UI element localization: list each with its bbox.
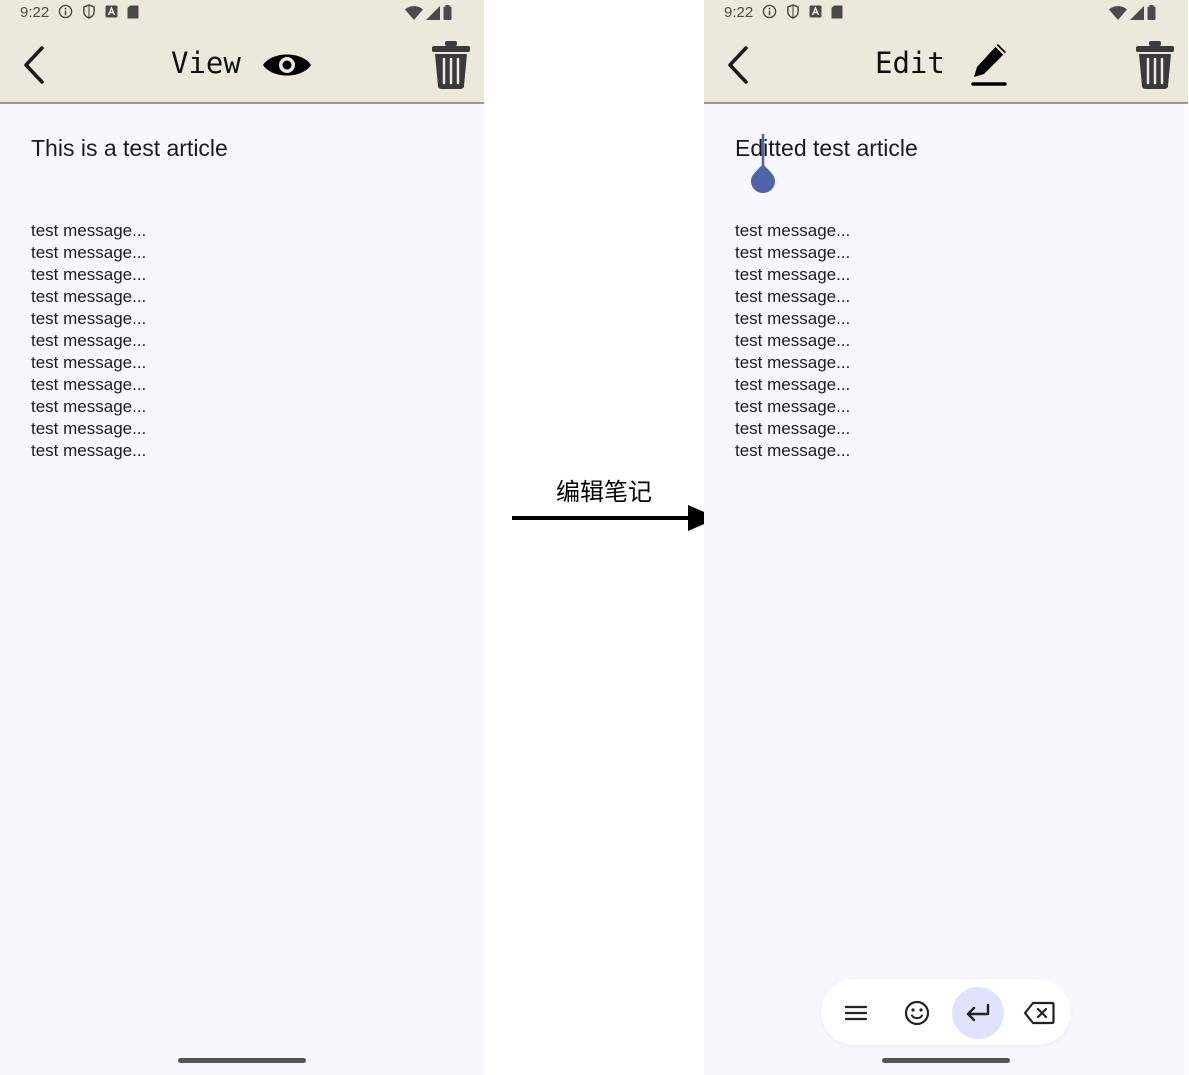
note-body-line: test message... [735, 397, 851, 416]
sd-card-icon [831, 5, 843, 18]
note-body[interactable]: test message... test message... test mes… [31, 220, 146, 462]
info-icon [762, 4, 777, 19]
note-body-line: test message... [31, 419, 147, 438]
font-icon [105, 5, 118, 18]
home-indicator[interactable] [178, 1058, 306, 1063]
backspace-icon [1023, 1001, 1055, 1025]
app-bar: Edit [704, 26, 1188, 104]
shield-icon [83, 4, 95, 19]
home-indicator[interactable] [882, 1058, 1010, 1063]
note-body-line: test message... [31, 221, 147, 240]
keyboard-menu-button[interactable] [830, 987, 882, 1039]
menu-icon [844, 1005, 868, 1021]
note-body-line: test message... [735, 375, 851, 394]
signal-icon [1130, 5, 1144, 20]
status-bar: 9:22 [0, 0, 484, 26]
status-notification-icons [58, 4, 139, 19]
page-title: Edit [875, 46, 945, 80]
chevron-left-icon[interactable] [18, 44, 52, 86]
signal-icon [426, 5, 440, 20]
keyboard-toolbar [821, 979, 1071, 1045]
trash-icon[interactable] [430, 40, 472, 90]
note-body-input[interactable]: test message... test message... test mes… [735, 220, 850, 462]
wifi-icon [405, 5, 423, 20]
trash-icon[interactable] [1134, 40, 1176, 90]
note-body-line: test message... [735, 287, 851, 306]
note-body-line: test message... [31, 265, 147, 284]
status-time: 9:22 [724, 4, 754, 21]
wifi-icon [1109, 5, 1127, 20]
note-body-line: test message... [735, 243, 851, 262]
note-body-line: test message... [31, 375, 147, 394]
note-body-line: test message... [735, 331, 851, 350]
note-body-line: test message... [31, 397, 147, 416]
eye-icon [263, 54, 311, 76]
shield-icon [787, 4, 799, 19]
transition-annotation: 编辑笔记 [484, 0, 718, 1075]
note-body-line: test message... [735, 441, 851, 460]
page-title: View [171, 46, 241, 80]
status-system-icons [1109, 5, 1156, 20]
keyboard-backspace-button[interactable] [1013, 987, 1065, 1039]
note-title[interactable]: This is a test article [31, 135, 228, 162]
note-body-line: test message... [735, 265, 851, 284]
note-body-line: test message... [31, 287, 147, 306]
chevron-left-icon[interactable] [722, 44, 756, 86]
note-body-line: test message... [31, 441, 147, 460]
edit-screen: 9:22 Edit Editted test article test mess… [704, 0, 1188, 1075]
note-body-line: test message... [735, 221, 851, 240]
note-body-line: test message... [735, 309, 851, 328]
status-notification-icons [762, 4, 843, 19]
view-screen: 9:22 View This is a test article test me… [0, 0, 484, 1075]
enter-icon [966, 1003, 990, 1022]
info-icon [58, 4, 73, 19]
note-body-line: test message... [31, 353, 147, 372]
pencil-icon [971, 44, 1007, 86]
battery-icon [1147, 5, 1156, 20]
app-bar: View [0, 26, 484, 104]
emoji-icon [904, 1000, 930, 1026]
status-system-icons [405, 5, 452, 20]
note-body-line: test message... [31, 243, 147, 262]
note-body-line: test message... [735, 353, 851, 372]
keyboard-enter-button[interactable] [952, 987, 1004, 1039]
battery-icon [443, 5, 452, 20]
font-icon [809, 5, 822, 18]
arrow-right-icon [512, 505, 718, 531]
note-body-line: test message... [31, 309, 147, 328]
status-bar: 9:22 [704, 0, 1188, 26]
note-body-line: test message... [31, 331, 147, 350]
note-body-line: test message... [735, 419, 851, 438]
status-time: 9:22 [20, 4, 50, 21]
keyboard-emoji-button[interactable] [891, 987, 943, 1039]
text-cursor-handle[interactable] [750, 134, 776, 194]
sd-card-icon [127, 5, 139, 18]
